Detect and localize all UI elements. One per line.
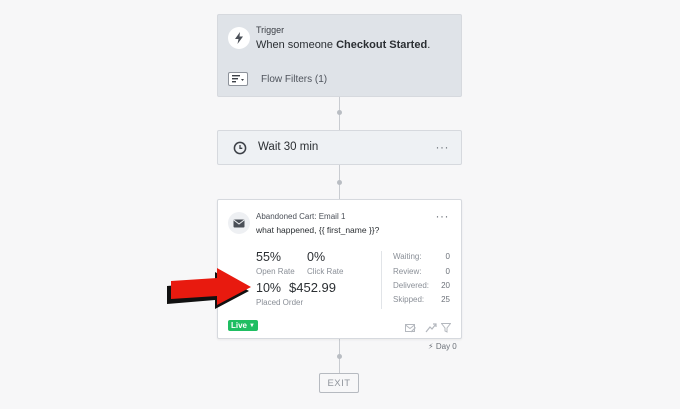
skipped-label: Skipped: [393, 295, 425, 304]
trigger-event-name: Checkout Started [336, 39, 428, 51]
delivered-count: 20 [441, 281, 450, 290]
connector-dot [337, 354, 342, 359]
trigger-desc-prefix: When someone [256, 39, 337, 51]
trigger-card[interactable]: Trigger When someone Checkout Started. F… [217, 14, 462, 97]
email-preview-icon[interactable] [405, 320, 416, 338]
connector-dot [337, 180, 342, 185]
email-title: Abandoned Cart: Email 1 [256, 212, 346, 221]
status-badge-label: Live [231, 321, 248, 330]
email-card[interactable]: Abandoned Cart: Email 1 what happened, {… [217, 199, 462, 339]
time-delay-label: ⚡︎ Day 0 [428, 342, 457, 351]
open-rate-label: Open Rate [256, 267, 295, 276]
status-badge[interactable]: Live ▼ [228, 320, 258, 331]
day-label-text: Day 0 [435, 342, 457, 351]
wait-card[interactable]: Wait 30 min ··· [217, 130, 462, 165]
more-options-icon[interactable]: ··· [436, 141, 450, 153]
click-rate-label: Click Rate [307, 267, 344, 276]
chevron-down-icon: ▼ [249, 322, 255, 329]
trigger-desc-suffix: . [427, 39, 431, 51]
filter-list-icon [228, 72, 248, 86]
exit-node[interactable]: EXIT [319, 373, 359, 393]
clock-icon [233, 141, 247, 160]
placed-order-revenue: $452.99 [289, 280, 336, 295]
open-rate-value: 55% [256, 250, 282, 264]
placed-order-label: Placed Order [256, 298, 304, 307]
lightning-icon [228, 27, 250, 49]
delivered-label: Delivered: [393, 281, 430, 290]
filter-icon[interactable] [440, 320, 452, 338]
skipped-count: 25 [441, 295, 450, 304]
placed-order-rate: 10% [256, 281, 282, 295]
waiting-label: Waiting: [393, 252, 422, 261]
trigger-title: Trigger [256, 25, 285, 35]
flow-filters-link[interactable]: Flow Filters (1) [228, 72, 327, 86]
lightning-icon: ⚡︎ [428, 342, 434, 351]
more-options-icon[interactable]: ··· [436, 210, 450, 222]
connector-dot [337, 110, 342, 115]
flow-filters-label: Flow Filters (1) [261, 73, 328, 85]
envelope-icon [228, 212, 250, 234]
review-count: 0 [445, 267, 450, 276]
waiting-count: 0 [445, 252, 450, 261]
click-rate-value: 0% [307, 250, 326, 264]
email-subject: what happened, {{ first_name }}? [256, 225, 380, 235]
ab-test-icon[interactable] [425, 320, 437, 338]
review-label: Review: [393, 267, 422, 276]
stats-divider [381, 251, 382, 309]
red-arrow-icon [167, 268, 251, 309]
trigger-description: When someone Checkout Started. [256, 39, 430, 51]
wait-label: Wait 30 min [258, 141, 319, 153]
